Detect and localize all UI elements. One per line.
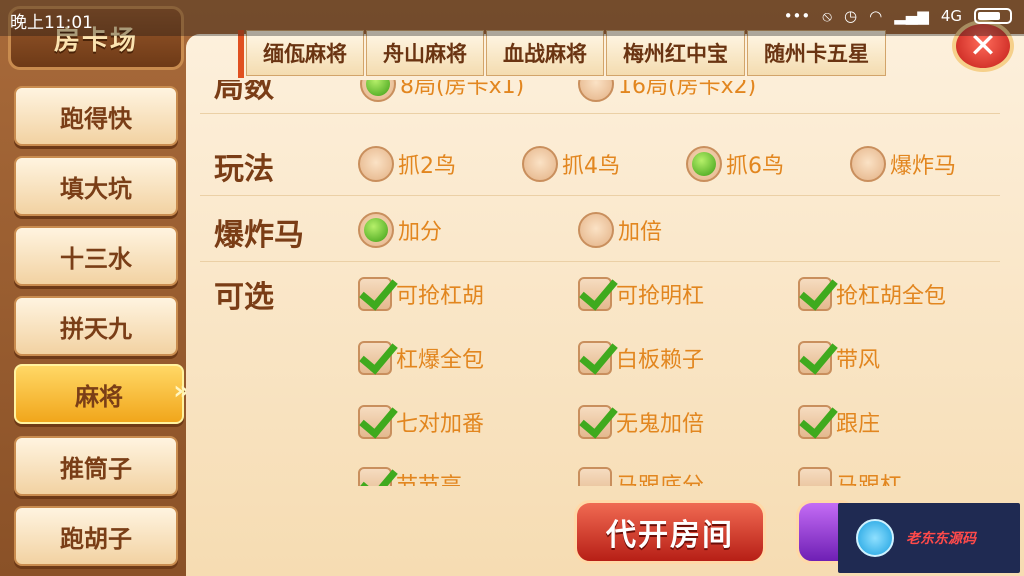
- tab-zhoushan[interactable]: 舟山麻将: [366, 30, 484, 76]
- optional-item[interactable]: 节节高: [358, 464, 462, 486]
- mute-icon: ⦸: [822, 7, 833, 25]
- checkbox-checked: [358, 277, 392, 311]
- optional-item[interactable]: 带风: [798, 338, 880, 378]
- checkbox-checked: [798, 341, 832, 375]
- play-row: 玩法 抓2鸟 抓4鸟 抓6鸟 爆炸马: [200, 132, 1000, 196]
- rounds-row: 局数 8局(房卡x1) 16局(房卡x2): [200, 80, 1000, 114]
- sidebar-item-shisanshui[interactable]: 十三水: [14, 226, 178, 286]
- bomb-label: 爆炸马: [214, 218, 304, 253]
- status-icons: ••• ⦸ ◷ ◠ ▂▄▆ 4G: [784, 7, 1012, 25]
- checkbox-checked: [798, 405, 832, 439]
- rounds-option-16[interactable]: 16局(房卡x2): [578, 80, 756, 104]
- dots-icon: •••: [783, 7, 811, 25]
- checkbox-checked: [578, 277, 612, 311]
- tab-suizhou[interactable]: 随州卡五星: [747, 30, 886, 76]
- battery-icon: [974, 8, 1012, 24]
- tab-marker: [238, 30, 244, 78]
- checkbox-checked: [798, 277, 832, 311]
- optional-item[interactable]: 七对加番: [358, 402, 484, 442]
- play-option-6bird[interactable]: 抓6鸟: [686, 144, 784, 184]
- open-for-others-button[interactable]: 代开房间: [574, 500, 766, 564]
- optional-item[interactable]: 马跟杠: [798, 464, 902, 486]
- sidebar-item-majiang[interactable]: 麻将 »: [14, 364, 190, 424]
- diamond-logo-icon: [856, 519, 894, 557]
- optional-item[interactable]: 跟庄: [798, 402, 880, 442]
- optional-item[interactable]: 白板赖子: [578, 338, 704, 378]
- checkbox-checked: [578, 405, 612, 439]
- checkbox-checked: [358, 467, 392, 486]
- alarm-icon: ◷: [844, 7, 858, 25]
- settings-area: 局数 8局(房卡x1) 16局(房卡x2) 玩法 抓2鸟 抓4鸟 抓6鸟 爆炸马: [200, 80, 1020, 486]
- bomb-option-add[interactable]: 加分: [358, 210, 442, 250]
- optional-item[interactable]: 无鬼加倍: [578, 402, 704, 442]
- optional-item[interactable]: 马跟底分: [578, 464, 704, 486]
- checkbox-checked: [358, 405, 392, 439]
- radio-selected: [360, 80, 396, 102]
- bomb-row: 爆炸马 加分 加倍: [200, 198, 1000, 262]
- optional-label: 可选: [214, 280, 274, 315]
- sidebar-item-tiandakeng[interactable]: 填大坑: [14, 156, 178, 216]
- optional-item[interactable]: 可抢明杠: [578, 274, 704, 314]
- sidebar-item-paodekuai[interactable]: 跑得快: [14, 86, 178, 146]
- radio-selected: [686, 146, 722, 182]
- status-bar: 晚上11:01 ••• ⦸ ◷ ◠ ▂▄▆ 4G: [0, 0, 1024, 36]
- game-tabs: 缅佤麻将 舟山麻将 血战麻将 梅州红中宝 随州卡五星: [238, 30, 886, 78]
- radio-unselected: [578, 80, 614, 102]
- optional-item[interactable]: 抢杠胡全包: [798, 274, 946, 314]
- cell-signal-icon: ▂▄▆: [894, 7, 929, 25]
- status-time: 晚上11:01: [10, 13, 93, 33]
- radio-selected: [358, 212, 394, 248]
- checkbox-checked: [358, 341, 392, 375]
- sidebar-item-tuitongzi[interactable]: 推筒子: [14, 436, 178, 496]
- checkbox-unchecked: [578, 467, 612, 486]
- watermark-text: 老东东源码: [906, 531, 976, 547]
- play-label: 玩法: [214, 152, 274, 187]
- rounds-option-8[interactable]: 8局(房卡x1): [360, 80, 524, 104]
- checkbox-unchecked: [798, 467, 832, 486]
- radio-unselected: [578, 212, 614, 248]
- watermark: 老东东源码: [838, 503, 1020, 573]
- tab-mianwa[interactable]: 缅佤麻将: [246, 30, 364, 76]
- rounds-label: 局数: [214, 80, 274, 105]
- bomb-option-double[interactable]: 加倍: [578, 210, 662, 250]
- sidebar: 跑得快 填大坑 十三水 拼天九 麻将 » 推筒子 跑胡子: [0, 70, 200, 576]
- wifi-icon: ◠: [869, 7, 883, 25]
- tab-meizhou[interactable]: 梅州红中宝: [606, 30, 745, 76]
- tab-xuezhan[interactable]: 血战麻将: [486, 30, 604, 76]
- optional-item[interactable]: 可抢杠胡: [358, 274, 484, 314]
- sidebar-item-paohuzi[interactable]: 跑胡子: [14, 506, 178, 566]
- sidebar-item-pintianjiu[interactable]: 拼天九: [14, 296, 178, 356]
- checkbox-checked: [578, 341, 612, 375]
- radio-unselected: [850, 146, 886, 182]
- radio-unselected: [358, 146, 394, 182]
- play-option-bomb[interactable]: 爆炸马: [850, 144, 956, 184]
- radio-unselected: [522, 146, 558, 182]
- play-option-2bird[interactable]: 抓2鸟: [358, 144, 456, 184]
- play-option-4bird[interactable]: 抓4鸟: [522, 144, 620, 184]
- network-type: 4G: [940, 7, 962, 25]
- optional-item[interactable]: 杠爆全包: [358, 338, 484, 378]
